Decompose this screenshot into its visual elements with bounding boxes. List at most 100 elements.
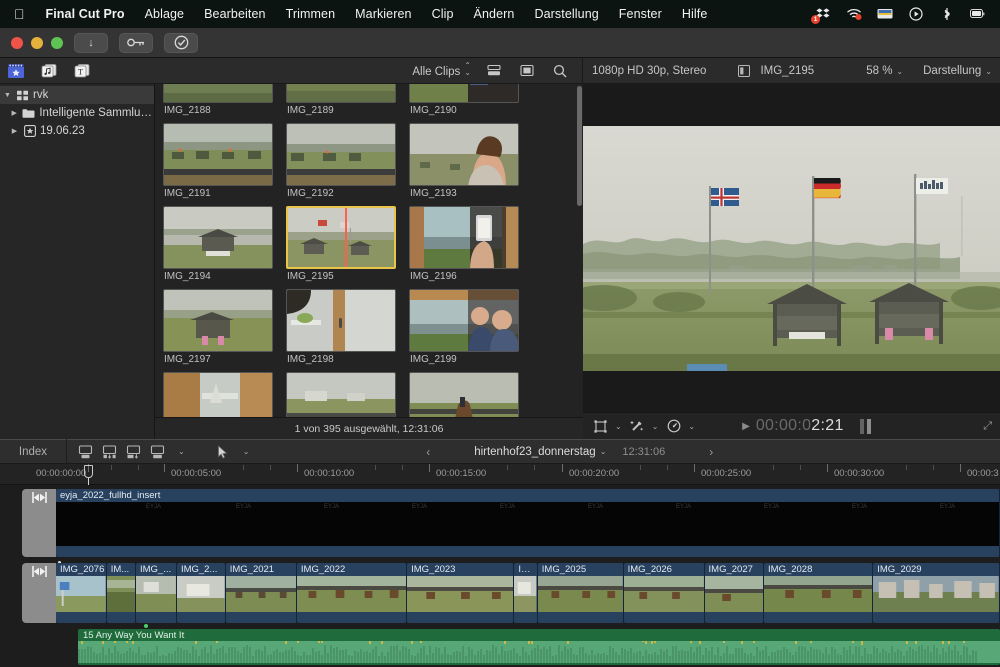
import-media-button[interactable]: ↓ [74, 32, 108, 53]
sidebar-item-smart-collection[interactable]: ▶ Intelligente Sammlung... [0, 104, 154, 122]
timeline-clip[interactable]: IMG_2... [176, 563, 226, 623]
clip-thumbnail[interactable] [409, 372, 519, 417]
viewer-view-dropdown[interactable]: Darstellung ⌄ [923, 65, 992, 77]
append-icon[interactable] [78, 444, 93, 459]
clip-thumbnail[interactable] [409, 84, 519, 103]
select-tool-chevron-down-icon[interactable]: ⌄ [243, 447, 250, 456]
clip-cell[interactable]: IMG_2190 [409, 84, 519, 116]
clip-thumbnail[interactable] [163, 84, 273, 103]
disclosure-triangle-icon[interactable]: ▼ [3, 92, 12, 99]
menu-ablage[interactable]: Ablage [135, 7, 195, 21]
menu-darstellung[interactable]: Darstellung [524, 7, 608, 21]
bluetooth-icon[interactable] [938, 7, 955, 22]
event-browser[interactable]: IMG_2188 IMG_2189 IMG_2190 IMG_2191 IMG_… [155, 84, 583, 417]
clip-thumbnail[interactable] [409, 123, 519, 186]
retime-chevron-down-icon[interactable]: ⌄ [688, 422, 695, 431]
clip-thumbnail[interactable] [163, 206, 273, 269]
clip-thumbnail[interactable] [163, 289, 273, 352]
clip-cell[interactable]: IMG_2188 [163, 84, 273, 116]
menu-markieren[interactable]: Markieren [345, 7, 421, 21]
select-tool-icon[interactable] [215, 444, 230, 459]
keyword-editor-button[interactable] [119, 32, 153, 53]
clip-cell[interactable]: IMG_2189 [286, 84, 396, 116]
list-view-icon[interactable] [484, 62, 504, 79]
clip-thumbnail[interactable] [286, 372, 396, 417]
clip-cell[interactable]: IMG_2198 [286, 289, 396, 365]
timeline-clip[interactable]: IMG_2022 [296, 563, 408, 623]
index-button[interactable]: Index [0, 446, 66, 458]
timeline-panel[interactable]: 00:00:00:00 00:00:05:00 00:00:10:00 00:0… [0, 464, 1000, 667]
connect-icon[interactable] [126, 444, 141, 459]
transform-chevron-down-icon[interactable]: ⌄ [615, 422, 622, 431]
maximize-window-button[interactable] [51, 36, 63, 49]
clip-cell[interactable]: IMG_2193 [409, 123, 519, 199]
menu-final-cut-pro[interactable]: Final Cut Pro [36, 7, 135, 21]
retime-icon[interactable] [666, 419, 681, 434]
timeline-clip[interactable]: IM... [514, 563, 538, 623]
timeline-music-clip[interactable]: 15 Any Way You Want It [78, 629, 1000, 665]
music-browser-icon[interactable] [39, 62, 59, 79]
sidebar-item-rvk[interactable]: ▼ rvk [0, 86, 154, 104]
viewer-zoom-dropdown[interactable]: 58 % ⌄ [866, 65, 903, 77]
clip-thumbnail[interactable] [409, 206, 519, 269]
battery-icon[interactable] [969, 7, 986, 22]
timeline-clip[interactable]: IMG_2029 [873, 563, 1000, 623]
timeline-clip[interactable]: IMG_2028 [764, 563, 874, 623]
search-icon[interactable] [550, 62, 570, 79]
viewer-timecode-group[interactable]: ▶ 00:00:02:21 [742, 417, 871, 435]
timeline-clip[interactable]: IM... [106, 563, 136, 623]
timeline-playhead-head[interactable] [84, 465, 93, 478]
clip-cell[interactable] [163, 372, 273, 417]
timeline-clip[interactable]: IMG_2026 [623, 563, 705, 623]
clip-thumbnail[interactable] [163, 123, 273, 186]
filmstrip-view-icon[interactable] [517, 62, 537, 79]
clip-cell[interactable] [286, 372, 396, 417]
clip-cell[interactable]: IMG_2199 [409, 289, 519, 365]
clip-thumbnail[interactable] [286, 123, 396, 186]
project-chevron-down-icon[interactable]: ⌄ [600, 447, 607, 456]
titles-browser-icon[interactable]: T [72, 62, 92, 79]
clip-thumbnail[interactable] [286, 289, 396, 352]
enhancements-icon[interactable] [630, 419, 645, 434]
background-tasks-button[interactable] [164, 32, 198, 53]
previous-project-button[interactable]: ‹ [422, 445, 434, 459]
fullscreen-icon[interactable]: ⤢ [983, 420, 1000, 433]
insert-icon[interactable] [102, 444, 117, 459]
clip-cell[interactable] [409, 372, 519, 417]
clip-cell[interactable]: IMG_2191 [163, 123, 273, 199]
close-window-button[interactable] [11, 36, 23, 49]
clip-thumbnail-selected[interactable] [286, 206, 396, 269]
menu-bearbeiten[interactable]: Bearbeiten [194, 7, 275, 21]
dropbox-sync-icon[interactable]: 1 [811, 7, 831, 24]
menu-clip[interactable]: Clip [422, 7, 464, 21]
clip-cell[interactable]: IMG_2197 [163, 289, 273, 365]
transform-icon[interactable] [593, 419, 608, 434]
menu-trimmen[interactable]: Trimmen [276, 7, 346, 21]
project-name-label[interactable]: hirtenhof23_donnerstag [474, 446, 596, 458]
clip-drag-handle[interactable] [22, 489, 56, 557]
clip-cell[interactable]: IMG_2194 [163, 206, 273, 282]
storyline-drag-handle[interactable] [22, 563, 56, 623]
enhancements-chevron-down-icon[interactable]: ⌄ [652, 422, 659, 431]
clip-cell[interactable]: IMG_2195 [286, 206, 396, 282]
timeline-clip[interactable]: IMG_2076 [56, 563, 107, 623]
clip-filter-dropdown[interactable]: Alle Clips⌃ ⌄ [412, 62, 471, 78]
viewer-panel[interactable] [583, 84, 1000, 412]
timeline-clip[interactable]: IMG_2021 [225, 563, 297, 623]
next-project-button[interactable]: › [705, 445, 717, 459]
edit-tools-chevron-down-icon[interactable]: ⌄ [178, 447, 185, 456]
now-playing-icon[interactable] [907, 7, 924, 22]
audio-meter-icon[interactable] [859, 418, 871, 434]
timeline-clip[interactable]: eyja_2022_fullhd_insert EYJA EYJA EYJA E… [56, 489, 1000, 557]
disclosure-triangle-icon[interactable]: ▶ [10, 127, 19, 135]
timeline-clip[interactable]: IMG_2025 [537, 563, 624, 623]
wifi-off-icon[interactable] [845, 7, 862, 22]
clip-thumbnail[interactable] [163, 372, 273, 417]
viewer-timecode[interactable]: 00:00:02:21 [756, 417, 844, 435]
timeline-clip[interactable]: IMG_2027 [704, 563, 765, 623]
timeline-clip[interactable]: IMG_2023 [407, 563, 515, 623]
timeline-clip[interactable]: IMG_... [135, 563, 177, 623]
menu-aendern[interactable]: Ändern [464, 7, 525, 21]
clip-cell[interactable]: IMG_2192 [286, 123, 396, 199]
menu-hilfe[interactable]: Hilfe [672, 7, 718, 21]
